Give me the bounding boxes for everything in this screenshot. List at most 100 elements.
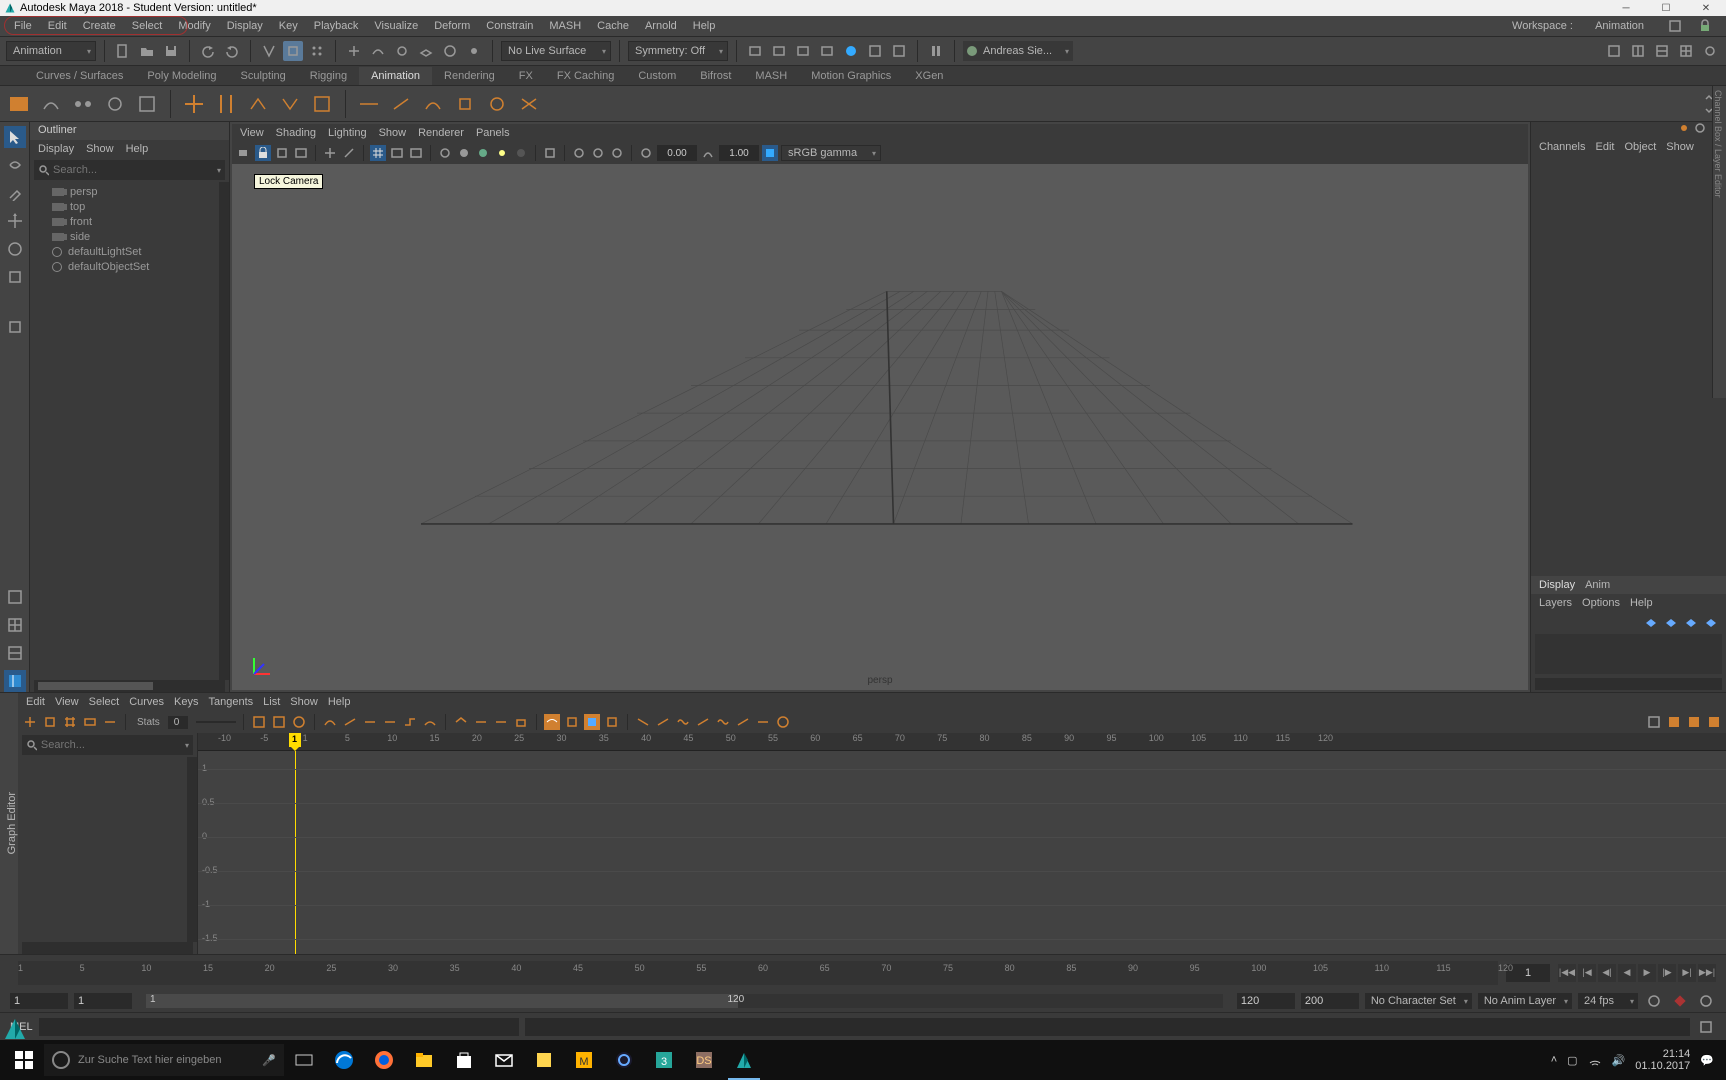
cb-menu-show[interactable]: Show: [1666, 141, 1694, 153]
range-slider[interactable]: 1 120: [146, 994, 1223, 1008]
menu-arnold[interactable]: Arnold: [637, 18, 685, 34]
shelf-icon[interactable]: [356, 91, 382, 117]
ge-menu-keys[interactable]: Keys: [174, 696, 198, 708]
ge-lin-icon[interactable]: [735, 714, 751, 730]
playback-icon-3[interactable]: [793, 41, 813, 61]
shelf-icon[interactable]: [6, 91, 32, 117]
select-by-component-icon[interactable]: [307, 41, 327, 61]
ge-menu-list[interactable]: List: [263, 696, 280, 708]
shelf-icon[interactable]: [38, 91, 64, 117]
outliner-search[interactable]: [34, 160, 225, 180]
range-start-inner-field[interactable]: [74, 993, 132, 1009]
ge-search[interactable]: [22, 735, 193, 755]
vp-xray-joints-icon[interactable]: [590, 145, 606, 161]
layer-icon[interactable]: [1704, 615, 1718, 629]
ge-ruler[interactable]: 1 -10-5151015202530354045505560657075808…: [198, 733, 1726, 751]
panel-layout-icon-1[interactable]: [1604, 41, 1624, 61]
shelf-icon[interactable]: [102, 91, 128, 117]
vp-menu-show[interactable]: Show: [379, 127, 407, 139]
shelf-tab-xgen[interactable]: XGen: [903, 67, 955, 85]
time-slider-track[interactable]: 1510152025303540455055606570758085909510…: [18, 961, 1498, 985]
vp-gamma-icon[interactable]: [700, 145, 716, 161]
shelf-icon[interactable]: [134, 91, 160, 117]
rc-icon[interactable]: [1678, 122, 1690, 138]
vp-menu-renderer[interactable]: Renderer: [418, 127, 464, 139]
vp-isolate-icon[interactable]: [542, 145, 558, 161]
new-scene-icon[interactable]: [113, 41, 133, 61]
open-scene-icon[interactable]: [137, 41, 157, 61]
playback-icon-4[interactable]: [817, 41, 837, 61]
ge-outliner-body[interactable]: [18, 757, 197, 942]
menu-visualize[interactable]: Visualize: [366, 18, 426, 34]
layer-icon[interactable]: [1684, 615, 1698, 629]
shelf-icon[interactable]: [420, 91, 446, 117]
paint-tool-icon[interactable]: [4, 182, 26, 204]
menu-help[interactable]: Help: [685, 18, 724, 34]
task-view-icon[interactable]: [284, 1040, 324, 1080]
snap-point-icon[interactable]: [392, 41, 412, 61]
live-surface-dropdown[interactable]: No Live Surface: [501, 41, 611, 61]
ge-playhead-marker[interactable]: 1: [289, 733, 301, 747]
shelf-tab-curves[interactable]: Curves / Surfaces: [24, 67, 135, 85]
ge-break-tangent-icon[interactable]: [453, 714, 469, 730]
ge-region-icon[interactable]: [82, 714, 98, 730]
notes-icon[interactable]: [524, 1040, 564, 1080]
layer-hscrollbar[interactable]: [1535, 678, 1722, 690]
vtab-graph-editor[interactable]: Graph Editor: [6, 792, 18, 854]
shelf-icon[interactable]: [309, 91, 335, 117]
explorer-icon[interactable]: [404, 1040, 444, 1080]
shelf-icon[interactable]: [277, 91, 303, 117]
ge-menu-view[interactable]: View: [55, 696, 79, 708]
outliner-menu-show[interactable]: Show: [86, 143, 114, 155]
tray-wifi-icon[interactable]: [1588, 1053, 1602, 1067]
ge-free-tangent-icon[interactable]: [493, 714, 509, 730]
ge-menu-show[interactable]: Show: [290, 696, 318, 708]
script-editor-icon[interactable]: [1696, 1017, 1716, 1037]
symmetry-dropdown[interactable]: Symmetry: Off: [628, 41, 728, 61]
shelf-tab-fx[interactable]: FX: [507, 67, 545, 85]
panel-settings-icon[interactable]: [1700, 41, 1720, 61]
outliner-hscrollbar[interactable]: [34, 680, 225, 692]
edge-icon[interactable]: [324, 1040, 364, 1080]
vp-light-icon[interactable]: [494, 145, 510, 161]
layout-two-icon[interactable]: [4, 642, 26, 664]
store-icon[interactable]: [444, 1040, 484, 1080]
shelf-icon[interactable]: [70, 91, 96, 117]
outliner-tree[interactable]: persp top front side defaultLightSet def…: [30, 182, 229, 680]
shelf-icon[interactable]: [388, 91, 414, 117]
window-maximize-button[interactable]: ☐: [1646, 0, 1686, 16]
redo-icon[interactable]: [222, 41, 242, 61]
shelf-icon[interactable]: [245, 91, 271, 117]
ge-search-input[interactable]: [41, 739, 189, 751]
ge-snap-value-icon[interactable]: [604, 714, 620, 730]
app-m-icon[interactable]: M: [564, 1040, 604, 1080]
range-end-outer-field[interactable]: [1301, 993, 1359, 1009]
last-tool-icon[interactable]: [4, 316, 26, 338]
tray-notifications-icon[interactable]: 💬: [1700, 1054, 1714, 1067]
command-input[interactable]: [39, 1018, 519, 1036]
menu-key[interactable]: Key: [271, 18, 306, 34]
lasso-tool-icon[interactable]: [4, 154, 26, 176]
tray-volume-icon[interactable]: 🔊: [1612, 1054, 1626, 1067]
move-tool-icon[interactable]: [4, 210, 26, 232]
ge-retime-icon[interactable]: [102, 714, 118, 730]
shelf-icon[interactable]: [213, 91, 239, 117]
shelf-tab-mographics[interactable]: Motion Graphics: [799, 67, 903, 85]
ge-pre-inf-icon[interactable]: [635, 714, 651, 730]
panel-layout-icon-3[interactable]: [1652, 41, 1672, 61]
vp-lock-camera-icon[interactable]: [255, 145, 271, 161]
shelf-tab-fxcaching[interactable]: FX Caching: [545, 67, 626, 85]
scale-tool-icon[interactable]: [4, 266, 26, 288]
shelf-tab-poly[interactable]: Poly Modeling: [135, 67, 228, 85]
menu-select[interactable]: Select: [124, 18, 171, 34]
vp-2d-pan-icon[interactable]: [322, 145, 338, 161]
ipr-render-icon[interactable]: [865, 41, 885, 61]
workspace-settings-icon[interactable]: [1660, 17, 1690, 35]
menu-display[interactable]: Display: [219, 18, 271, 34]
window-minimize-button[interactable]: ─: [1606, 0, 1646, 16]
ge-snap-icon[interactable]: [564, 714, 580, 730]
tray-battery-icon[interactable]: ▢: [1567, 1054, 1577, 1067]
tray-clock[interactable]: 21:14 01.10.2017: [1635, 1048, 1690, 1072]
vp-image-plane-icon[interactable]: [293, 145, 309, 161]
ge-menu-edit[interactable]: Edit: [26, 696, 45, 708]
